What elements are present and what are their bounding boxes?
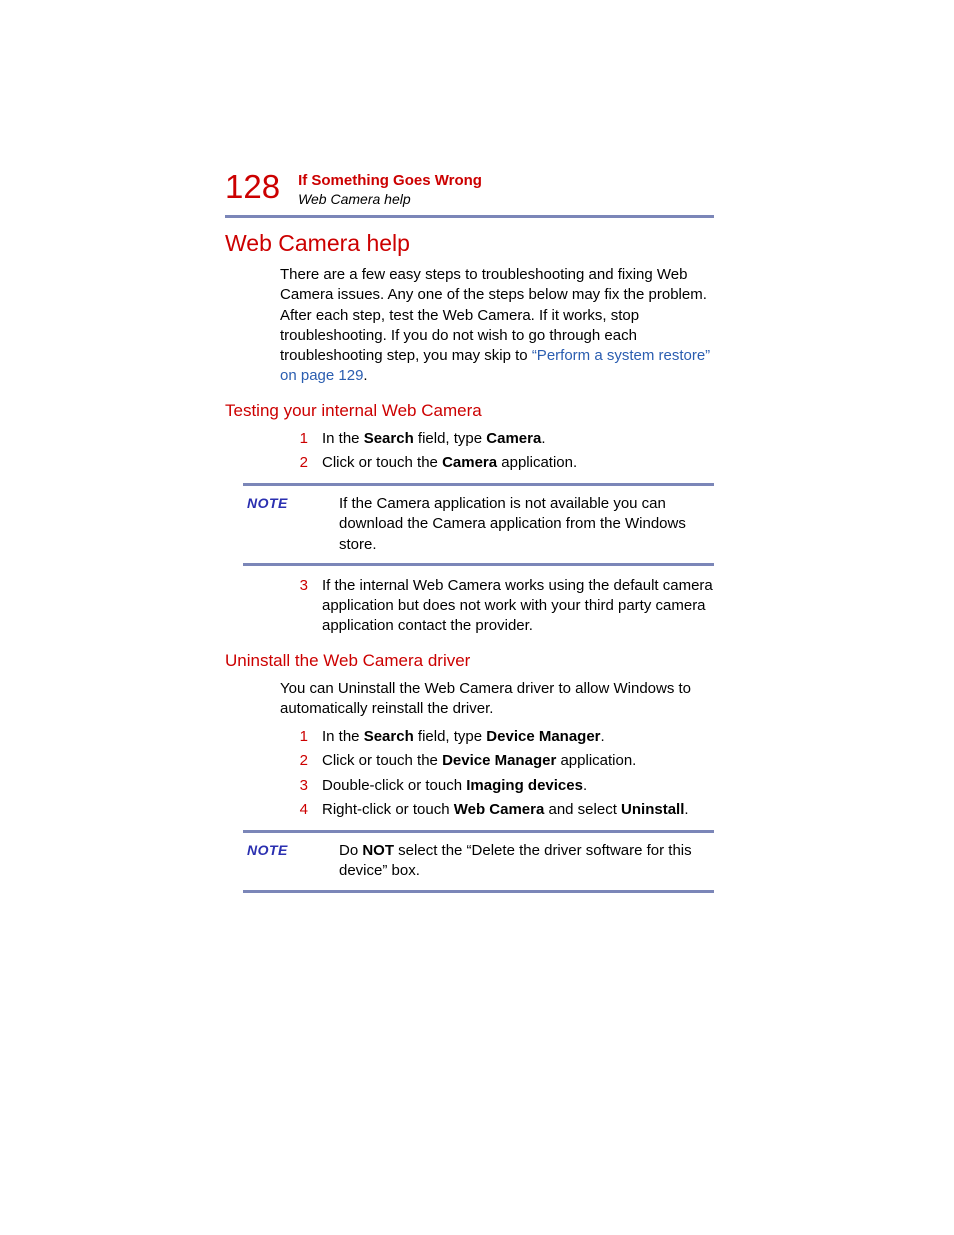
subsection-heading-testing: Testing your internal Web Camera — [225, 401, 714, 421]
bold-term: Imaging devices — [466, 777, 583, 794]
step-row: 2 Click or touch the Device Manager appl… — [280, 751, 714, 771]
text-fragment: . — [601, 728, 605, 745]
text-fragment: Double-click or touch — [322, 777, 466, 794]
page-number: 128 — [225, 170, 280, 203]
step-number: 1 — [280, 429, 322, 449]
note-block: NOTE Do NOT select the “Delete the drive… — [243, 830, 714, 893]
note-block: NOTE If the Camera application is not av… — [243, 483, 714, 566]
bold-term: Web Camera — [454, 801, 545, 818]
text-fragment: Do — [339, 842, 362, 859]
text-fragment: Click or touch the — [322, 752, 442, 769]
header-rule — [225, 215, 714, 218]
bold-term: Search — [364, 728, 414, 745]
text-fragment: Click or touch the — [322, 454, 442, 471]
step-row: 1 In the Search field, type Camera. — [280, 429, 714, 449]
section-heading: Web Camera help — [225, 230, 714, 257]
text-fragment: field, type — [414, 430, 487, 447]
section-title-small: Web Camera help — [298, 191, 482, 207]
uninstall-intro: You can Uninstall the Web Camera driver … — [280, 679, 714, 720]
paragraph-text: You can Uninstall the Web Camera driver … — [280, 679, 714, 720]
bold-term: Search — [364, 430, 414, 447]
step-text: If the internal Web Camera works using t… — [322, 576, 714, 637]
step-text: Click or touch the Camera application. — [322, 453, 714, 473]
step-number: 4 — [280, 800, 322, 820]
note-label: NOTE — [243, 494, 327, 513]
step-row: 3 Double-click or touch Imaging devices. — [280, 776, 714, 796]
header-titles: If Something Goes Wrong Web Camera help — [298, 170, 482, 207]
text-fragment: Right-click or touch — [322, 801, 454, 818]
page-header: 128 If Something Goes Wrong Web Camera h… — [225, 170, 714, 207]
step-number: 3 — [280, 576, 322, 596]
note-label: NOTE — [243, 841, 327, 860]
note-text: If the Camera application is not availab… — [327, 494, 714, 555]
bold-term: NOT — [362, 842, 394, 859]
chapter-title: If Something Goes Wrong — [298, 172, 482, 189]
text-fragment: In the — [322, 430, 364, 447]
text-fragment: application. — [497, 454, 577, 471]
bold-term: Camera — [442, 454, 497, 471]
step-row: 1 In the Search field, type Device Manag… — [280, 727, 714, 747]
step-number: 2 — [280, 751, 322, 771]
step-row: 4 Right-click or touch Web Camera and se… — [280, 800, 714, 820]
intro-paragraph: There are a few easy steps to troublesho… — [280, 265, 714, 387]
text-fragment: and select — [544, 801, 621, 818]
step-text: Double-click or touch Imaging devices. — [322, 776, 714, 796]
step-number: 2 — [280, 453, 322, 473]
bold-term: Uninstall — [621, 801, 684, 818]
bold-term: Device Manager — [442, 752, 556, 769]
text-fragment: . — [541, 430, 545, 447]
note-text: Do NOT select the “Delete the driver sof… — [327, 841, 714, 882]
text-fragment: application. — [556, 752, 636, 769]
step-number: 3 — [280, 776, 322, 796]
step-text: In the Search field, type Camera. — [322, 429, 714, 449]
bold-term: Device Manager — [486, 728, 600, 745]
step-number: 1 — [280, 727, 322, 747]
manual-page: 128 If Something Goes Wrong Web Camera h… — [0, 0, 954, 1235]
subsection-heading-uninstall: Uninstall the Web Camera driver — [225, 651, 714, 671]
step-text: In the Search field, type Device Manager… — [322, 727, 714, 747]
step-row: 3 If the internal Web Camera works using… — [280, 576, 714, 637]
text-fragment: . — [684, 801, 688, 818]
text-fragment: In the — [322, 728, 364, 745]
text-fragment: field, type — [414, 728, 487, 745]
step-row: 2 Click or touch the Camera application. — [280, 453, 714, 473]
step-text: Click or touch the Device Manager applic… — [322, 751, 714, 771]
bold-term: Camera — [486, 430, 541, 447]
step-text: Right-click or touch Web Camera and sele… — [322, 800, 714, 820]
text-fragment: . — [583, 777, 587, 794]
intro-text-after: . — [363, 367, 367, 384]
